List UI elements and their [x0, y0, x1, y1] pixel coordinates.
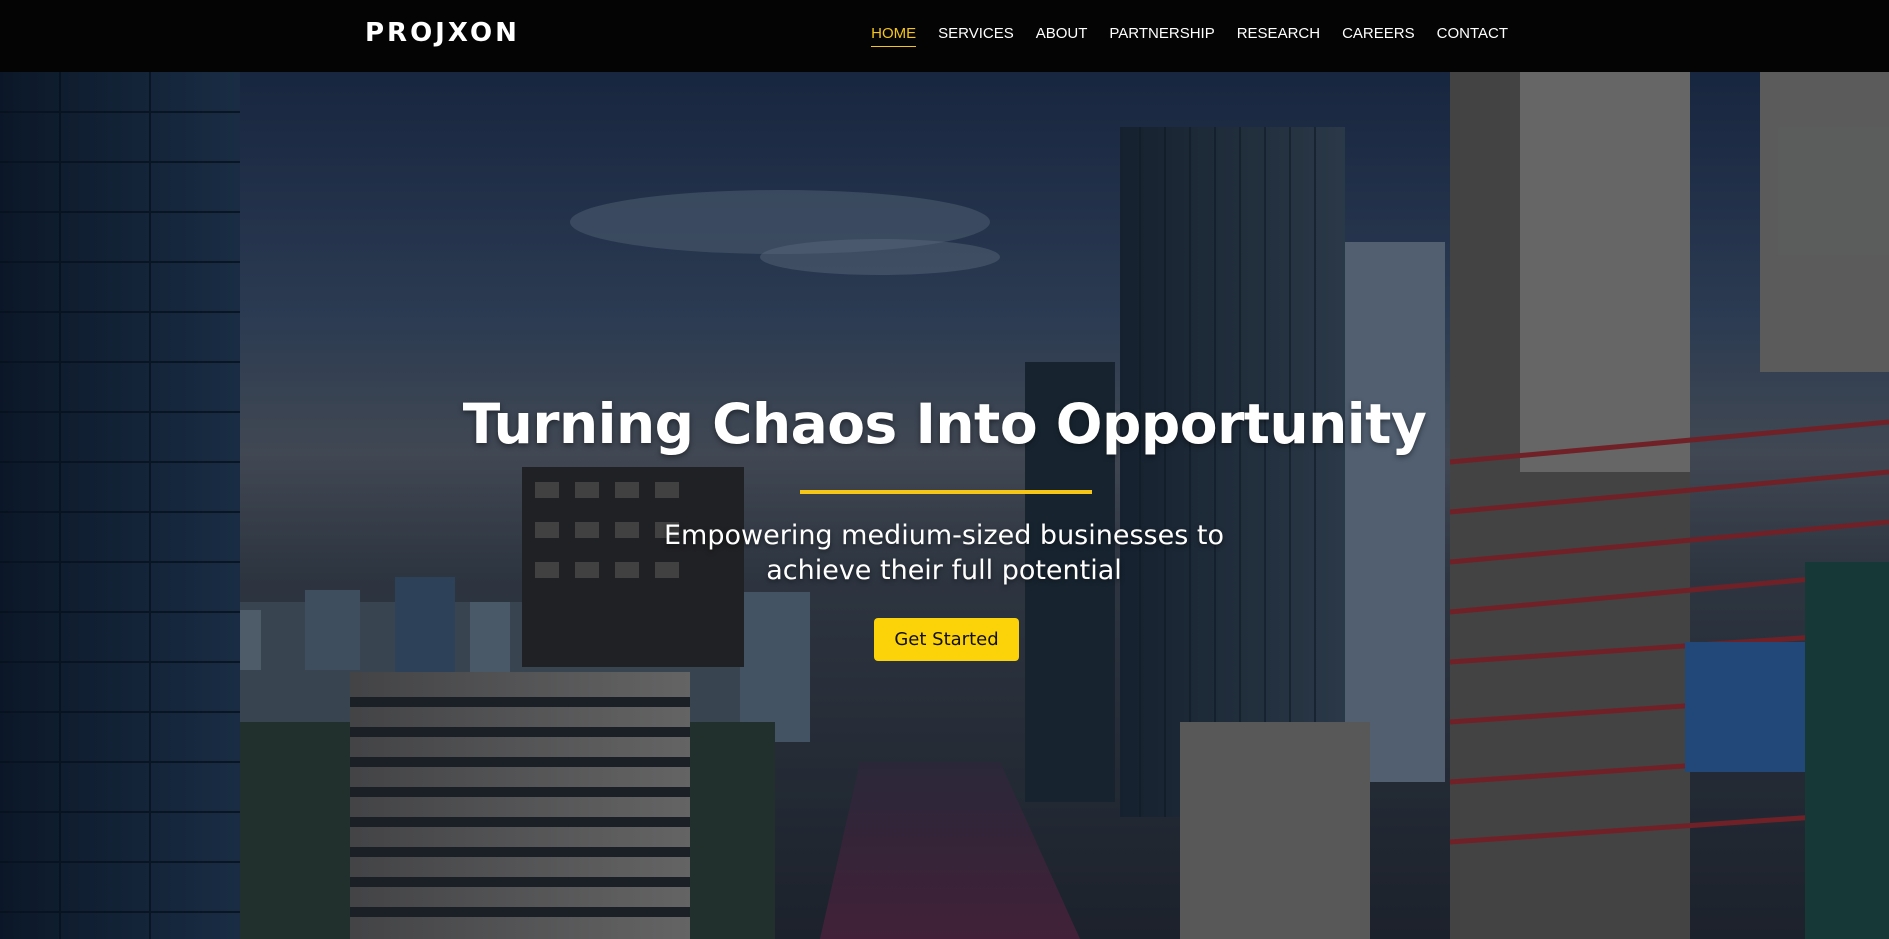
nav-item-contact: CONTACT — [1437, 25, 1508, 47]
nav-item-services: SERVICES — [938, 25, 1014, 47]
nav-link-partnership[interactable]: PARTNERSHIP — [1109, 25, 1214, 47]
site-logo[interactable]: PROJXON — [365, 18, 520, 48]
nav-link-services[interactable]: SERVICES — [938, 25, 1014, 47]
nav-link-home[interactable]: HOME — [871, 25, 917, 47]
nav-link-contact[interactable]: CONTACT — [1437, 25, 1508, 47]
get-started-button[interactable]: Get Started — [874, 618, 1019, 661]
navbar: PROJXON HOME SERVICES ABOUT PARTNERSHIP … — [0, 0, 1889, 72]
title-underline-divider — [800, 490, 1092, 494]
nav-item-home: HOME — [871, 25, 917, 47]
nav-link-research[interactable]: RESEARCH — [1237, 25, 1320, 47]
hero-content: Turning Chaos Into Opportunity Empowerin… — [0, 72, 1889, 939]
nav-link-about[interactable]: ABOUT — [1036, 25, 1088, 47]
hero-section: Turning Chaos Into Opportunity Empowerin… — [0, 72, 1889, 939]
nav-item-careers: CAREERS — [1342, 25, 1415, 47]
hero-title: Turning Chaos Into Opportunity — [462, 392, 1427, 456]
hero-subtitle: Empowering medium-sized businesses to ac… — [664, 520, 1224, 586]
nav-item-research: RESEARCH — [1237, 25, 1320, 47]
nav-item-about: ABOUT — [1036, 25, 1088, 47]
main-nav: HOME SERVICES ABOUT PARTNERSHIP RESEARCH… — [871, 0, 1508, 72]
nav-link-careers[interactable]: CAREERS — [1342, 25, 1415, 47]
nav-item-partnership: PARTNERSHIP — [1109, 25, 1214, 47]
